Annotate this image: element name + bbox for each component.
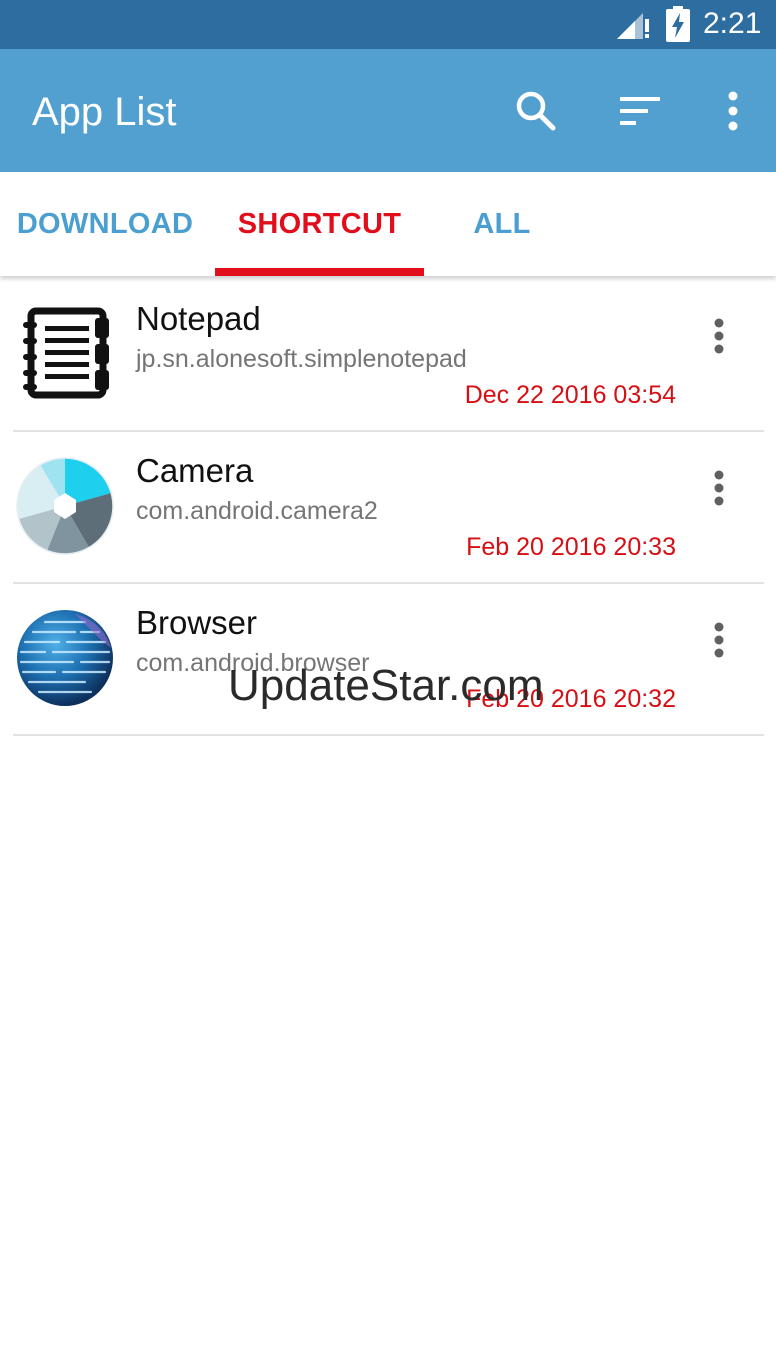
sort-icon bbox=[620, 97, 660, 125]
item-menu-button[interactable] bbox=[697, 618, 741, 662]
tab-indicator bbox=[215, 268, 424, 276]
browser-globe-icon bbox=[17, 610, 113, 706]
more-vert-icon bbox=[728, 91, 738, 131]
tab-shortcut[interactable]: SHORTCUT bbox=[215, 172, 424, 276]
list-item-camera[interactable]: Camera com.android.camera2 Feb 20 2016 2… bbox=[13, 430, 764, 584]
item-menu-button[interactable] bbox=[697, 466, 741, 510]
app-name: Browser bbox=[136, 604, 258, 641]
list-item-browser[interactable]: Browser com.android.browser Feb 20 2016 … bbox=[13, 582, 764, 736]
more-vert-icon bbox=[714, 622, 724, 658]
app-bar: App List bbox=[0, 49, 776, 172]
notepad-icon bbox=[23, 307, 109, 399]
more-options-button[interactable] bbox=[705, 83, 761, 139]
search-button[interactable] bbox=[508, 83, 564, 139]
camera-icon bbox=[16, 457, 114, 555]
status-bar: 2:21 bbox=[0, 0, 776, 49]
app-title: App List bbox=[32, 90, 177, 134]
signal-no-data-icon bbox=[617, 13, 649, 39]
sort-button[interactable] bbox=[612, 83, 668, 139]
tab-bar: DOWNLOAD SHORTCUT ALL bbox=[0, 172, 776, 276]
app-name: Notepad bbox=[136, 300, 261, 337]
tab-download[interactable]: DOWNLOAD bbox=[0, 172, 210, 276]
install-date: Feb 20 2016 20:33 bbox=[466, 533, 676, 561]
package-name: jp.sn.alonesoft.simplenotepad bbox=[136, 345, 467, 373]
battery-charging-icon bbox=[666, 6, 690, 42]
status-clock: 2:21 bbox=[703, 7, 762, 40]
item-menu-button[interactable] bbox=[697, 314, 741, 358]
more-vert-icon bbox=[714, 318, 724, 354]
list-item-notepad[interactable]: Notepad jp.sn.alonesoft.simplenotepad De… bbox=[13, 278, 764, 432]
watermark-text: UpdateStar.com bbox=[228, 661, 544, 710]
package-name: com.android.camera2 bbox=[136, 497, 378, 525]
search-icon bbox=[516, 91, 556, 131]
tab-all[interactable]: ALL bbox=[424, 172, 580, 276]
install-date: Dec 22 2016 03:54 bbox=[464, 381, 676, 409]
app-name: Camera bbox=[136, 452, 254, 489]
more-vert-icon bbox=[714, 470, 724, 506]
